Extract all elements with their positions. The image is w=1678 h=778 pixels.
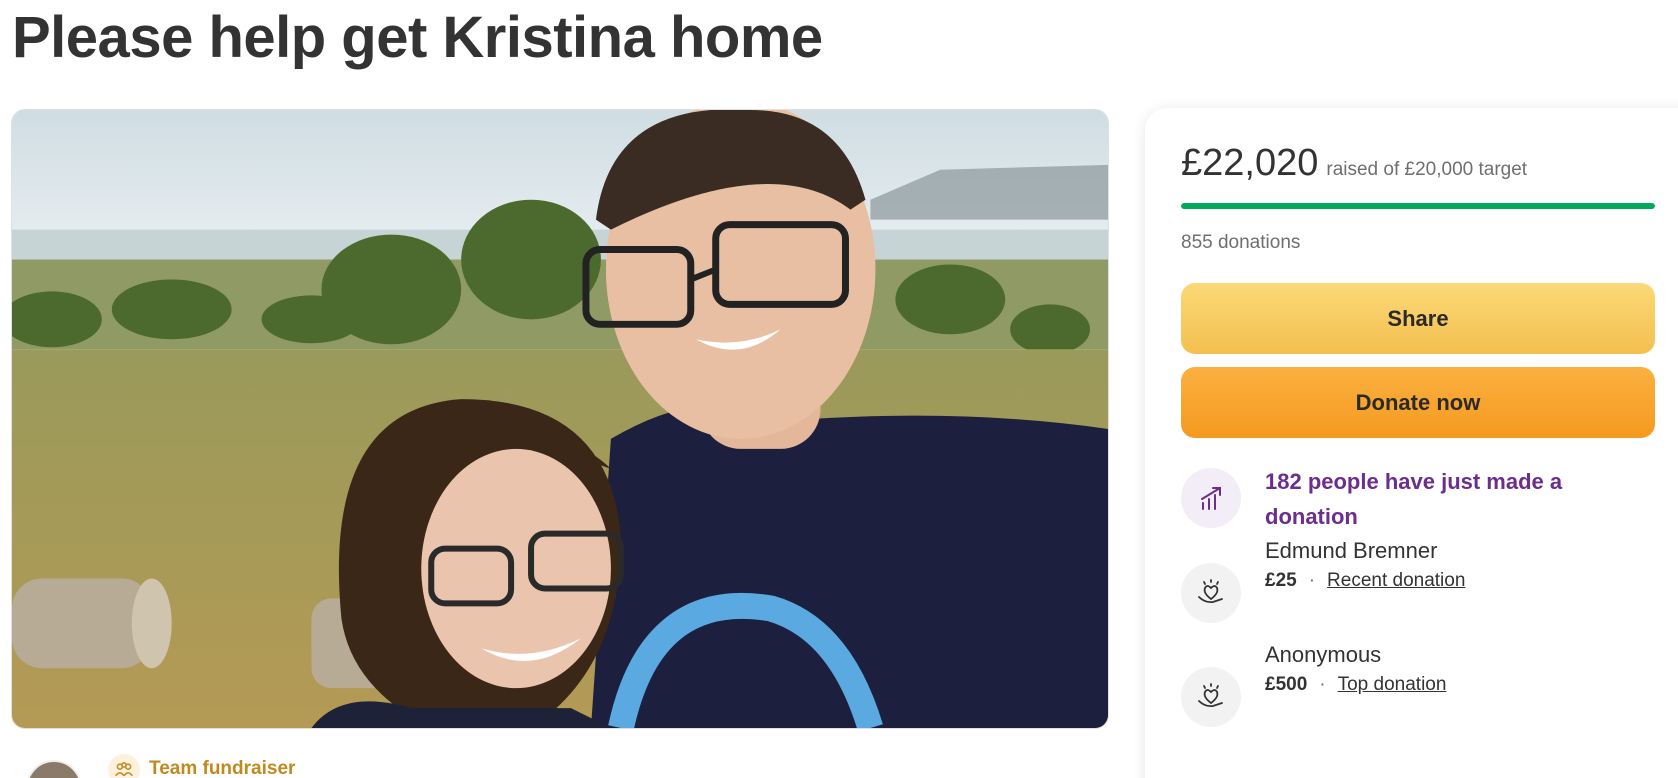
- fundraiser-page: Please help get Kristina home Team fundr…: [0, 0, 1678, 778]
- organizer-avatar[interactable]: [26, 760, 82, 778]
- donations-count[interactable]: 855 donations: [1181, 232, 1300, 254]
- donation-heart-icon: [1181, 667, 1241, 727]
- trend-message: 182 people have just made a donation: [1265, 469, 1563, 529]
- trending-icon: [1181, 468, 1241, 528]
- progress-fill: [1181, 203, 1655, 209]
- hero-photo: [11, 109, 1109, 729]
- hero-photo-illustration: [12, 110, 1108, 728]
- top-donation-link[interactable]: Top donation: [1338, 674, 1447, 696]
- donor-amount: £500: [1265, 674, 1308, 695]
- team-fundraiser-label[interactable]: Team fundraiser: [149, 758, 295, 778]
- separator-dot: ·: [1319, 674, 1326, 695]
- share-button[interactable]: Share: [1181, 283, 1655, 354]
- donate-button[interactable]: Donate now: [1181, 367, 1655, 438]
- donor-name: Edmund Bremner: [1265, 538, 1438, 563]
- donor-meta: £500 · Top donation: [1265, 674, 1446, 696]
- donor-amount: £25: [1265, 570, 1297, 591]
- donor-name: Anonymous: [1265, 642, 1382, 667]
- page-title: Please help get Kristina home: [12, 5, 823, 70]
- donation-heart-icon: [1181, 563, 1241, 623]
- target-text: raised of £20,000 target: [1326, 159, 1528, 180]
- team-icon: [108, 754, 140, 778]
- donor-meta: £25 · Recent donation: [1265, 570, 1465, 592]
- recent-donation-link[interactable]: Recent donation: [1327, 570, 1465, 592]
- raised-amount: £22,020: [1181, 142, 1319, 184]
- separator-dot: ·: [1308, 570, 1316, 591]
- progress-bar: [1181, 203, 1655, 209]
- donation-panel: £22,020 raised of £20,000 target 855 don…: [1145, 108, 1678, 778]
- amount-row: £22,020 raised of £20,000 target: [1181, 142, 1527, 185]
